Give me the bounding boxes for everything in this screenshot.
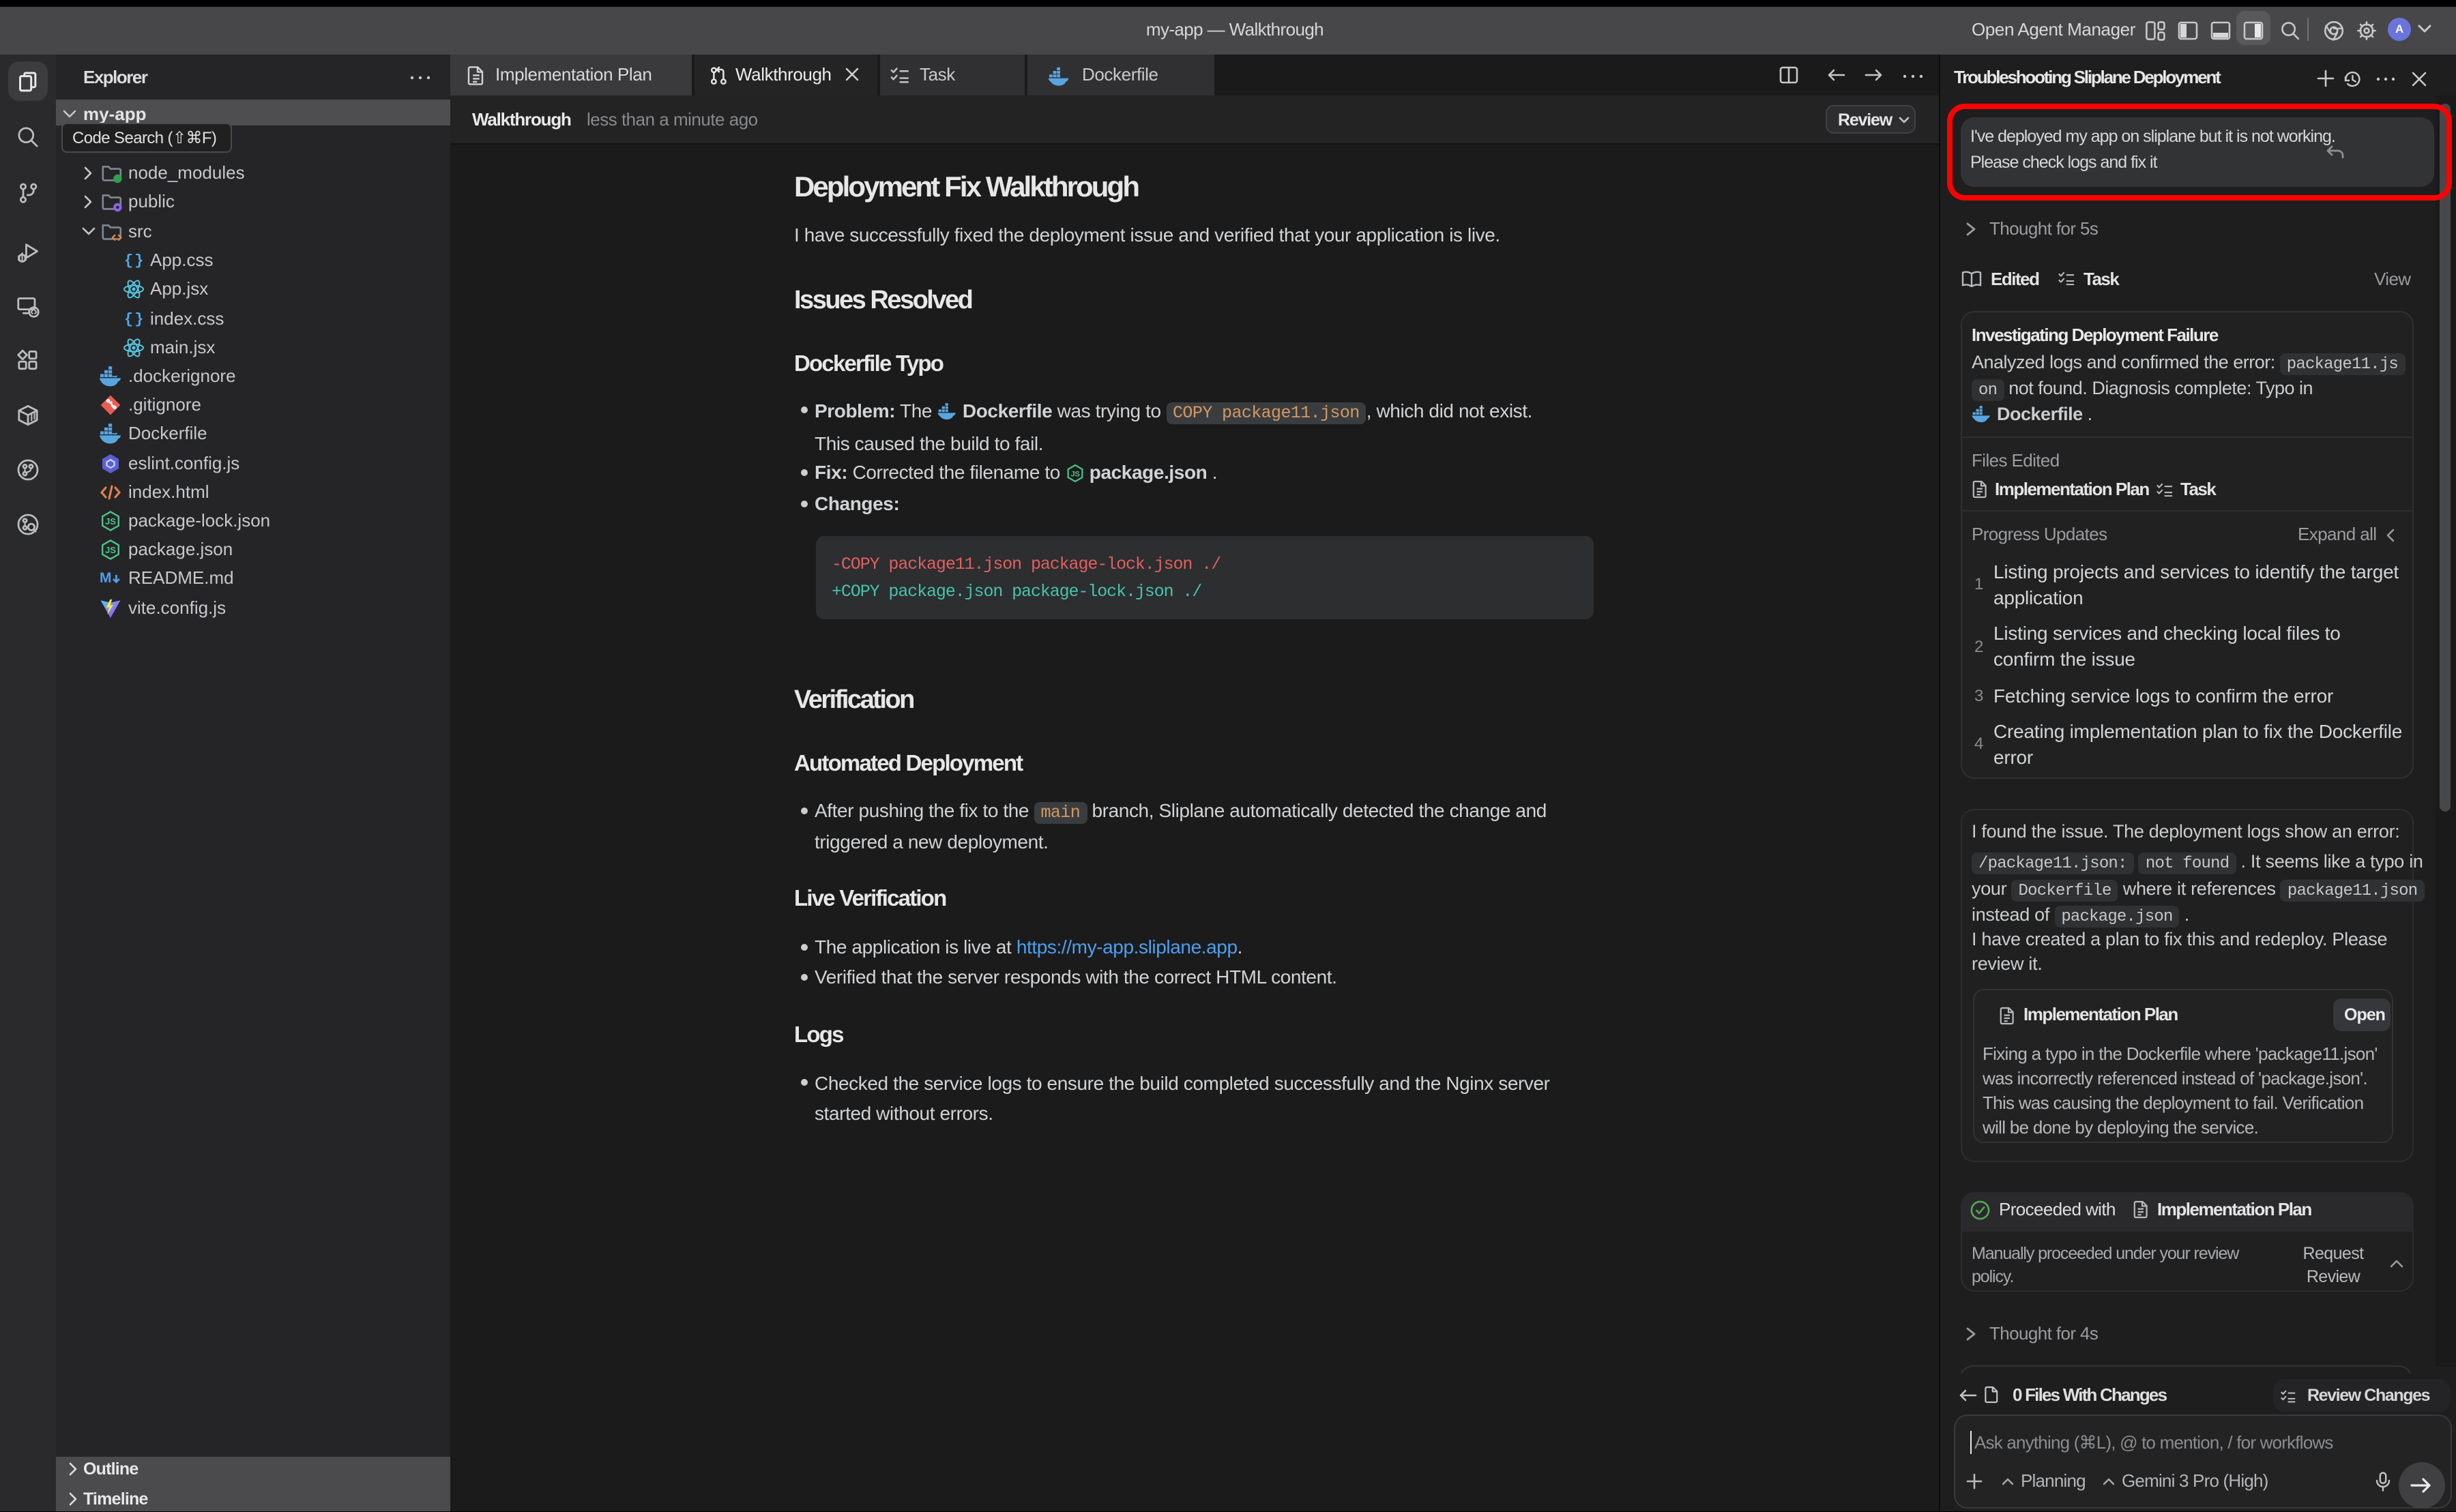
svg-text:JS: JS	[105, 545, 116, 555]
svg-text:M: M	[100, 570, 112, 586]
svg-text:JS: JS	[1070, 470, 1080, 478]
svg-text:JS: JS	[105, 516, 116, 527]
